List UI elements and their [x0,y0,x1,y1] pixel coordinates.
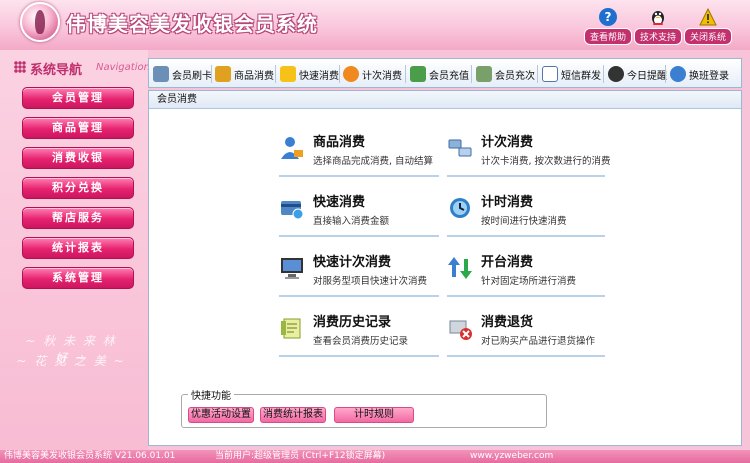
toolbar: 会员刷卡 商品消费 快速消费 计次消费 会员充值 会员充次 短信群发 今日提醒 … [148,58,742,88]
sidebar-item-reports[interactable]: 统计报表 [22,237,134,259]
app-logo [20,2,60,42]
sidebar-item-points[interactable]: 积分兑换 [22,177,134,199]
member-consume-panel: 会员消费 商品消费 选择商品完成消费, 自动结算 计次消费 计次卡消费, 按次数… [148,90,742,446]
app-header: 伟博美容美发收银会员系统 ? 查看帮助 技术支持 关闭系统 [0,0,750,50]
quick-functions-group: 快捷功能 优惠活动设置 消费统计报表 计时规则 [181,387,547,428]
card-quick-count-consume[interactable]: 快速计次消费 对服务型项目快速计次消费 [279,249,439,297]
card-timed-consume[interactable]: 计时消费 按时间进行快速消费 [447,189,605,237]
warning-icon [699,7,717,26]
panel-title: 会员消费 [149,91,741,109]
toolbar-shift-login[interactable]: 换班登录 [670,65,729,83]
toolbar-sms[interactable]: 短信群发 [542,65,601,83]
timer-icon [450,198,470,218]
help-icon: ? [599,8,617,26]
toolbar-goods-consume[interactable]: 商品消费 [215,65,274,83]
toolbar-divider [211,65,212,83]
sort-arrows-icon [448,257,472,279]
support-button[interactable]: 技术支持 [634,8,682,45]
promo-settings-button[interactable]: 优惠活动设置 [188,407,254,423]
status-bar: 伟博美容美发收银会员系统 V21.06.01.01 当前用户:超级管理员 (Ct… [0,450,750,463]
sidebar-item-system[interactable]: 系统管理 [22,267,134,289]
sidebar-item-service[interactable]: 帮店服务 [22,207,134,229]
toolbar-quick-consume[interactable]: 快速消费 [280,65,339,83]
refresh-icon [343,66,359,82]
help-button[interactable]: ? 查看帮助 [584,8,632,45]
card-reader-icon [153,66,169,82]
decoration-text-2: ~ 花 见 之 美 ~ [16,354,126,368]
toolbar-divider [603,65,604,83]
nav-title-en: Navigation [96,62,150,73]
toolbar-divider [537,65,538,83]
nav-dots-icon [14,61,26,73]
envelope-icon [542,66,558,82]
toolbar-divider [405,65,406,83]
notebook-icon [281,318,301,339]
sidebar-item-member[interactable]: 会员管理 [22,87,134,109]
nav-title-cn: 系统导航 [30,63,83,78]
support-button-label: 技术支持 [634,28,682,45]
cards-icon [448,139,472,157]
toolbar-divider [665,65,666,83]
lightning-icon [280,66,296,82]
card-goods-consume[interactable]: 商品消费 选择商品完成消费, 自动结算 [279,129,439,177]
sidebar-item-goods[interactable]: 商品管理 [22,117,134,139]
close-system-button[interactable]: 关闭系统 [684,7,732,45]
swap-icon [670,66,686,82]
table-icon [476,66,492,82]
return-icon [449,320,472,340]
toolbar-recharge[interactable]: 会员充值 [410,65,469,83]
consume-report-button[interactable]: 消费统计报表 [260,407,326,423]
toolbar-today-reminder[interactable]: 今日提醒 [608,65,667,83]
toolbar-card-swipe[interactable]: 会员刷卡 [153,65,212,83]
person-cart-icon [281,137,303,159]
help-button-label: 查看帮助 [584,28,632,45]
toolbar-divider [339,65,340,83]
card-consume-history[interactable]: 消费历史记录 查看会员消费历史记录 [279,309,439,357]
toolbar-divider [275,65,276,83]
toolbar-count-consume[interactable]: 计次消费 [343,65,402,83]
status-url: www.yzweber.com [470,451,554,461]
nav-title: 系统导航 Navigation [10,56,150,78]
card-table-consume[interactable]: 开台消费 针对固定场所进行消费 [447,249,605,297]
quick-functions-legend: 快捷功能 [188,387,234,402]
card-count-consume[interactable]: 计次消费 计次卡消费, 按次数进行的消费 [447,129,611,177]
close-system-label: 关闭系统 [684,28,732,45]
quick-pay-icon [281,201,304,220]
status-user: 当前用户:超级管理员 (Ctrl+F12锁定屏幕) [215,451,386,461]
clock-icon [608,66,624,82]
timing-rules-button[interactable]: 计时规则 [334,407,414,423]
toolbar-divider [471,65,472,83]
sidebar-item-cashier[interactable]: 消费收银 [22,147,134,169]
toolbar-recharge-count[interactable]: 会员充次 [476,65,535,83]
card-quick-consume[interactable]: 快速消费 直接输入消费金额 [279,189,439,237]
app-title: 伟博美容美发收银会员系统 [66,12,318,36]
cash-icon [410,66,426,82]
card-consume-return[interactable]: 消费退货 对已购买产品进行退货操作 [447,309,605,357]
status-version: 伟博美容美发收银会员系统 V21.06.01.01 [4,451,176,461]
monitor-icon [281,258,303,279]
sidebar: 系统导航 Navigation 会员管理 商品管理 消费收银 积分兑换 帮店服务… [0,50,150,450]
shopping-icon [215,66,231,82]
qq-penguin-icon [649,8,667,26]
